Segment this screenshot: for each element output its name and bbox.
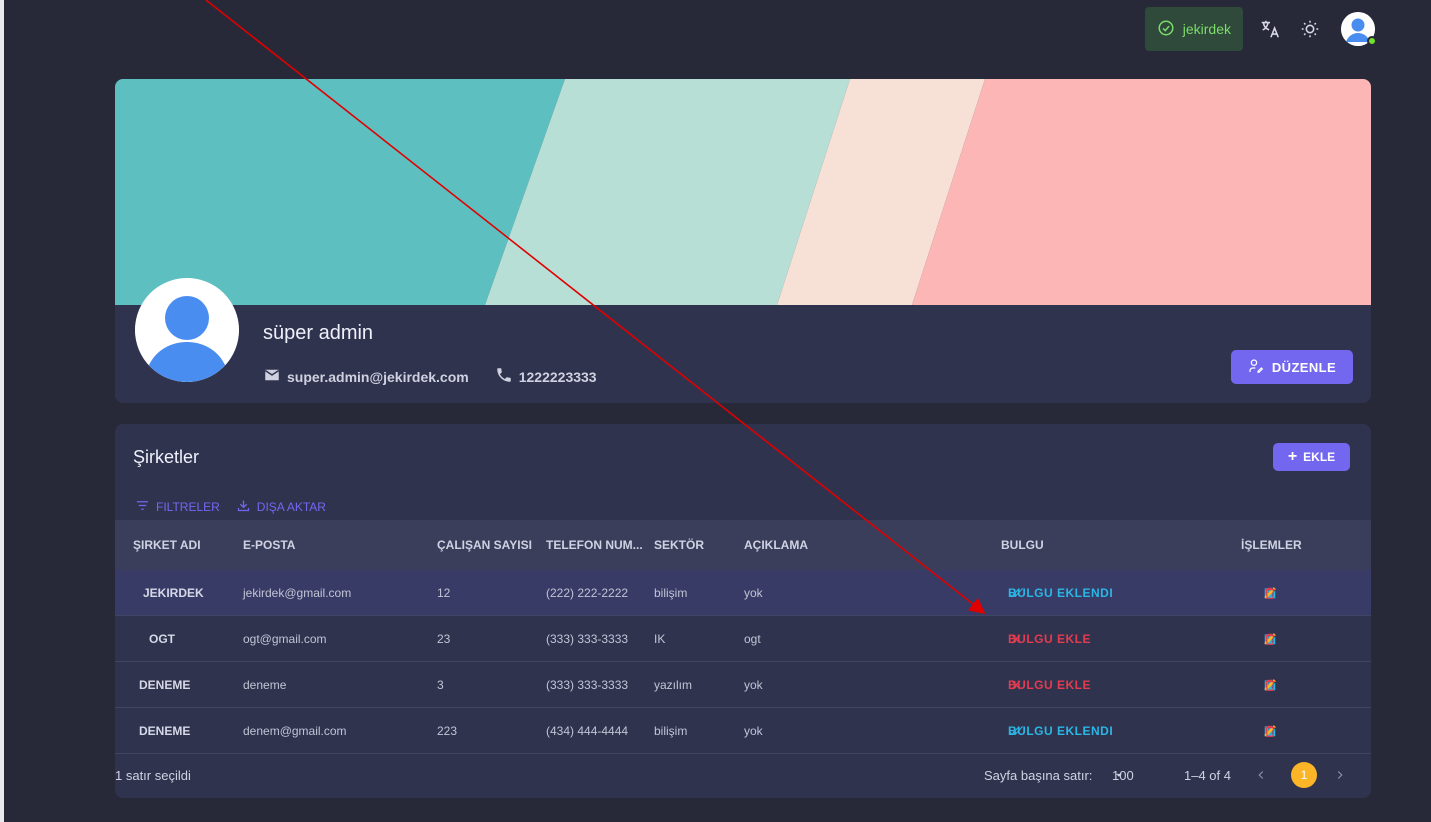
cell-email: jekirdek@gmail.com xyxy=(243,585,352,600)
export-label: DIŞA AKTAR xyxy=(256,500,326,514)
filters-label: FILTRELER xyxy=(156,500,220,514)
cell-sector: IK xyxy=(654,631,666,646)
cell-employees: 223 xyxy=(437,723,458,738)
translate-icon[interactable] xyxy=(1257,16,1283,42)
grid-toolbar: FILTRELER DIŞA AKTAR xyxy=(135,498,326,516)
table-row[interactable]: OGT ogt@gmail.com 23 (333) 333-3333 IK o… xyxy=(115,616,1371,662)
profile-contact: super.admin@jekirdek.com 1222223333 xyxy=(263,366,597,387)
cell-phone: (222) 222-2222 xyxy=(546,585,629,600)
grid-header: ŞIRKET ADI E-POSTA ÇALIŞAN SAYISI TELEFO… xyxy=(115,520,1371,570)
cell-description: ogt xyxy=(744,631,761,646)
cell-sector: yazılım xyxy=(654,677,693,692)
trash-icon[interactable] xyxy=(1263,708,1277,753)
cell-company-name: JEKIRDEK xyxy=(143,585,204,600)
chevron-left-icon[interactable] xyxy=(1254,752,1268,798)
add-company-label: EKLE xyxy=(1303,450,1336,464)
user-edit-icon xyxy=(1248,358,1264,377)
profile-name: süper admin xyxy=(263,322,374,344)
column-header-name[interactable]: ŞIRKET ADI xyxy=(133,520,201,570)
cell-employees: 23 xyxy=(437,631,451,646)
pagination-range: 1–4 of 4 xyxy=(1184,767,1231,783)
cell-company-name: DENEME xyxy=(139,677,191,692)
cell-description: yok xyxy=(744,585,763,600)
page-button-current[interactable]: 1 xyxy=(1291,762,1317,788)
email-icon xyxy=(263,366,281,387)
profile-banner xyxy=(115,79,1371,305)
trash-icon[interactable] xyxy=(1263,662,1277,707)
column-header-actions: İŞLEMLER xyxy=(1241,538,1302,552)
cell-company-name: DENEME xyxy=(139,723,191,738)
rows-per-page-label: Sayfa başına satır: xyxy=(984,767,1093,783)
window-edge xyxy=(0,0,4,822)
tenant-label: jekirdek xyxy=(1182,21,1231,37)
user-avatar-button[interactable] xyxy=(1337,12,1377,46)
table-row[interactable]: DENEME denem@gmail.com 223 (434) 444-444… xyxy=(115,708,1371,754)
column-header-finding[interactable]: BULGU xyxy=(1001,520,1044,570)
filters-button[interactable]: FILTRELER xyxy=(135,498,220,516)
cell-email: denem@gmail.com xyxy=(243,723,347,738)
cell-phone: (333) 333-3333 xyxy=(546,631,629,646)
cell-employees: 12 xyxy=(437,585,451,600)
profile-phone: 1222223333 xyxy=(518,368,597,385)
download-icon xyxy=(236,498,251,516)
online-status-dot xyxy=(1367,36,1377,46)
edit-profile-button[interactable]: DÜZENLE xyxy=(1231,350,1353,384)
add-company-button[interactable]: + EKLE xyxy=(1273,443,1350,471)
trash-icon[interactable] xyxy=(1263,570,1277,615)
profile-card: süper admin super.admin@jekirdek.com 122… xyxy=(115,79,1371,403)
column-header-description[interactable]: AÇIKLAMA xyxy=(744,520,808,570)
phone-icon xyxy=(495,366,513,387)
table-row[interactable]: JEKIRDEK jekirdek@gmail.com 12 (222) 222… xyxy=(115,570,1371,616)
cell-phone: (333) 333-3333 xyxy=(546,677,629,692)
cell-description: yok xyxy=(744,723,763,738)
close-icon xyxy=(1008,662,1024,707)
cell-email: ogt@gmail.com xyxy=(243,631,327,646)
caret-down-icon xyxy=(1112,752,1126,798)
cell-sector: bilişim xyxy=(654,723,688,738)
column-header-email[interactable]: E-POSTA xyxy=(243,520,295,570)
profile-email: super.admin@jekirdek.com xyxy=(287,368,469,385)
cell-employees: 3 xyxy=(437,677,444,692)
close-icon xyxy=(1008,616,1024,661)
chevron-right-icon[interactable] xyxy=(1333,752,1347,798)
plus-icon: + xyxy=(1287,448,1298,465)
column-header-phone[interactable]: TELEFON NUM... xyxy=(546,520,643,570)
double-check-icon xyxy=(1008,570,1024,615)
profile-avatar xyxy=(135,278,239,382)
trash-icon[interactable] xyxy=(1263,616,1277,661)
cell-company-name: OGT xyxy=(149,631,175,646)
companies-title: Şirketler xyxy=(133,447,200,467)
edit-profile-label: DÜZENLE xyxy=(1271,359,1337,375)
check-circle-icon xyxy=(1157,19,1175,40)
cell-sector: bilişim xyxy=(654,585,688,600)
cell-phone: (434) 444-4444 xyxy=(546,723,629,738)
grid-footer: 1 satır seçildi Sayfa başına satır: 100 … xyxy=(115,752,1371,798)
selected-rows-text: 1 satır seçildi xyxy=(115,767,191,783)
filter-icon xyxy=(135,498,150,516)
tenant-chip[interactable]: jekirdek xyxy=(1144,7,1243,51)
double-check-icon xyxy=(1008,708,1024,753)
column-header-sector[interactable]: SEKTÖR xyxy=(654,520,704,570)
sun-icon[interactable] xyxy=(1297,16,1323,42)
companies-card: Şirketler + EKLE FILTRELER DIŞA AKTAR ŞI… xyxy=(115,424,1371,798)
column-header-employees[interactable]: ÇALIŞAN SAYISI xyxy=(437,520,532,570)
top-bar: jekirdek xyxy=(1144,6,1377,52)
table-row[interactable]: DENEME deneme 3 (333) 333-3333 yazılım y… xyxy=(115,662,1371,708)
cell-description: yok xyxy=(744,677,763,692)
export-button[interactable]: DIŞA AKTAR xyxy=(236,498,326,516)
cell-email: deneme xyxy=(243,677,287,692)
